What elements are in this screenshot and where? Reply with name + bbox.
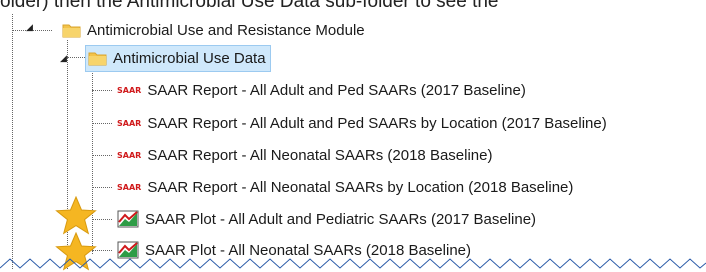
tree-guide-line <box>12 14 13 269</box>
tree-item-label: SAAR Report - All Adult and Ped SAARs by… <box>147 114 607 132</box>
folder-icon <box>62 24 81 37</box>
star-icon <box>55 196 97 235</box>
tree-branch-line <box>92 187 112 188</box>
folder-icon <box>88 52 107 66</box>
torn-edge-divider <box>0 258 706 269</box>
tree-branch-line <box>92 123 112 124</box>
line-chart-icon <box>117 210 139 228</box>
tree-node-subfolder[interactable]: Antimicrobial Use Data <box>85 45 271 72</box>
tree-item-label: SAAR Report - All Neonatal SAARs (2018 B… <box>147 146 493 164</box>
tree-branch-line <box>67 57 87 58</box>
tree-node-label: Antimicrobial Use and Resistance Module <box>87 21 365 39</box>
tree-item-report[interactable]: SAAR SAAR Report - All Neonatal SAARs (2… <box>117 143 492 167</box>
tree-item-plot[interactable]: SAAR Plot - All Adult and Pediatric SAAR… <box>117 207 536 231</box>
tree-item-report[interactable]: SAAR SAAR Report - All Adult and Ped SAA… <box>117 111 607 135</box>
saar-report-icon: SAAR <box>117 118 142 128</box>
module-tree: ◢ ◢ Antimicrobial Use and Resistance Mod… <box>0 0 706 269</box>
tree-item-label: SAAR Report - All Adult and Ped SAARs (2… <box>147 81 526 99</box>
tree-item-report[interactable]: SAAR SAAR Report - All Adult and Ped SAA… <box>117 78 526 102</box>
tree-item-label: SAAR Plot - All Adult and Pediatric SAAR… <box>145 210 537 228</box>
tree-node-label: Antimicrobial Use Data <box>113 50 266 67</box>
tree-node-module-folder[interactable]: Antimicrobial Use and Resistance Module <box>62 18 365 42</box>
expand-arrow-icon[interactable]: ◢ <box>26 22 33 32</box>
tree-branch-line <box>92 90 112 91</box>
tree-item-report[interactable]: SAAR SAAR Report - All Neonatal SAARs by… <box>117 175 573 199</box>
expand-arrow-icon[interactable]: ◢ <box>60 53 67 63</box>
tree-branch-line <box>92 155 112 156</box>
tree-item-label: SAAR Report - All Neonatal SAARs by Loca… <box>147 178 574 196</box>
saar-report-icon: SAAR <box>117 182 142 192</box>
saar-report-icon: SAAR <box>117 150 142 160</box>
saar-report-icon: SAAR <box>117 85 142 95</box>
